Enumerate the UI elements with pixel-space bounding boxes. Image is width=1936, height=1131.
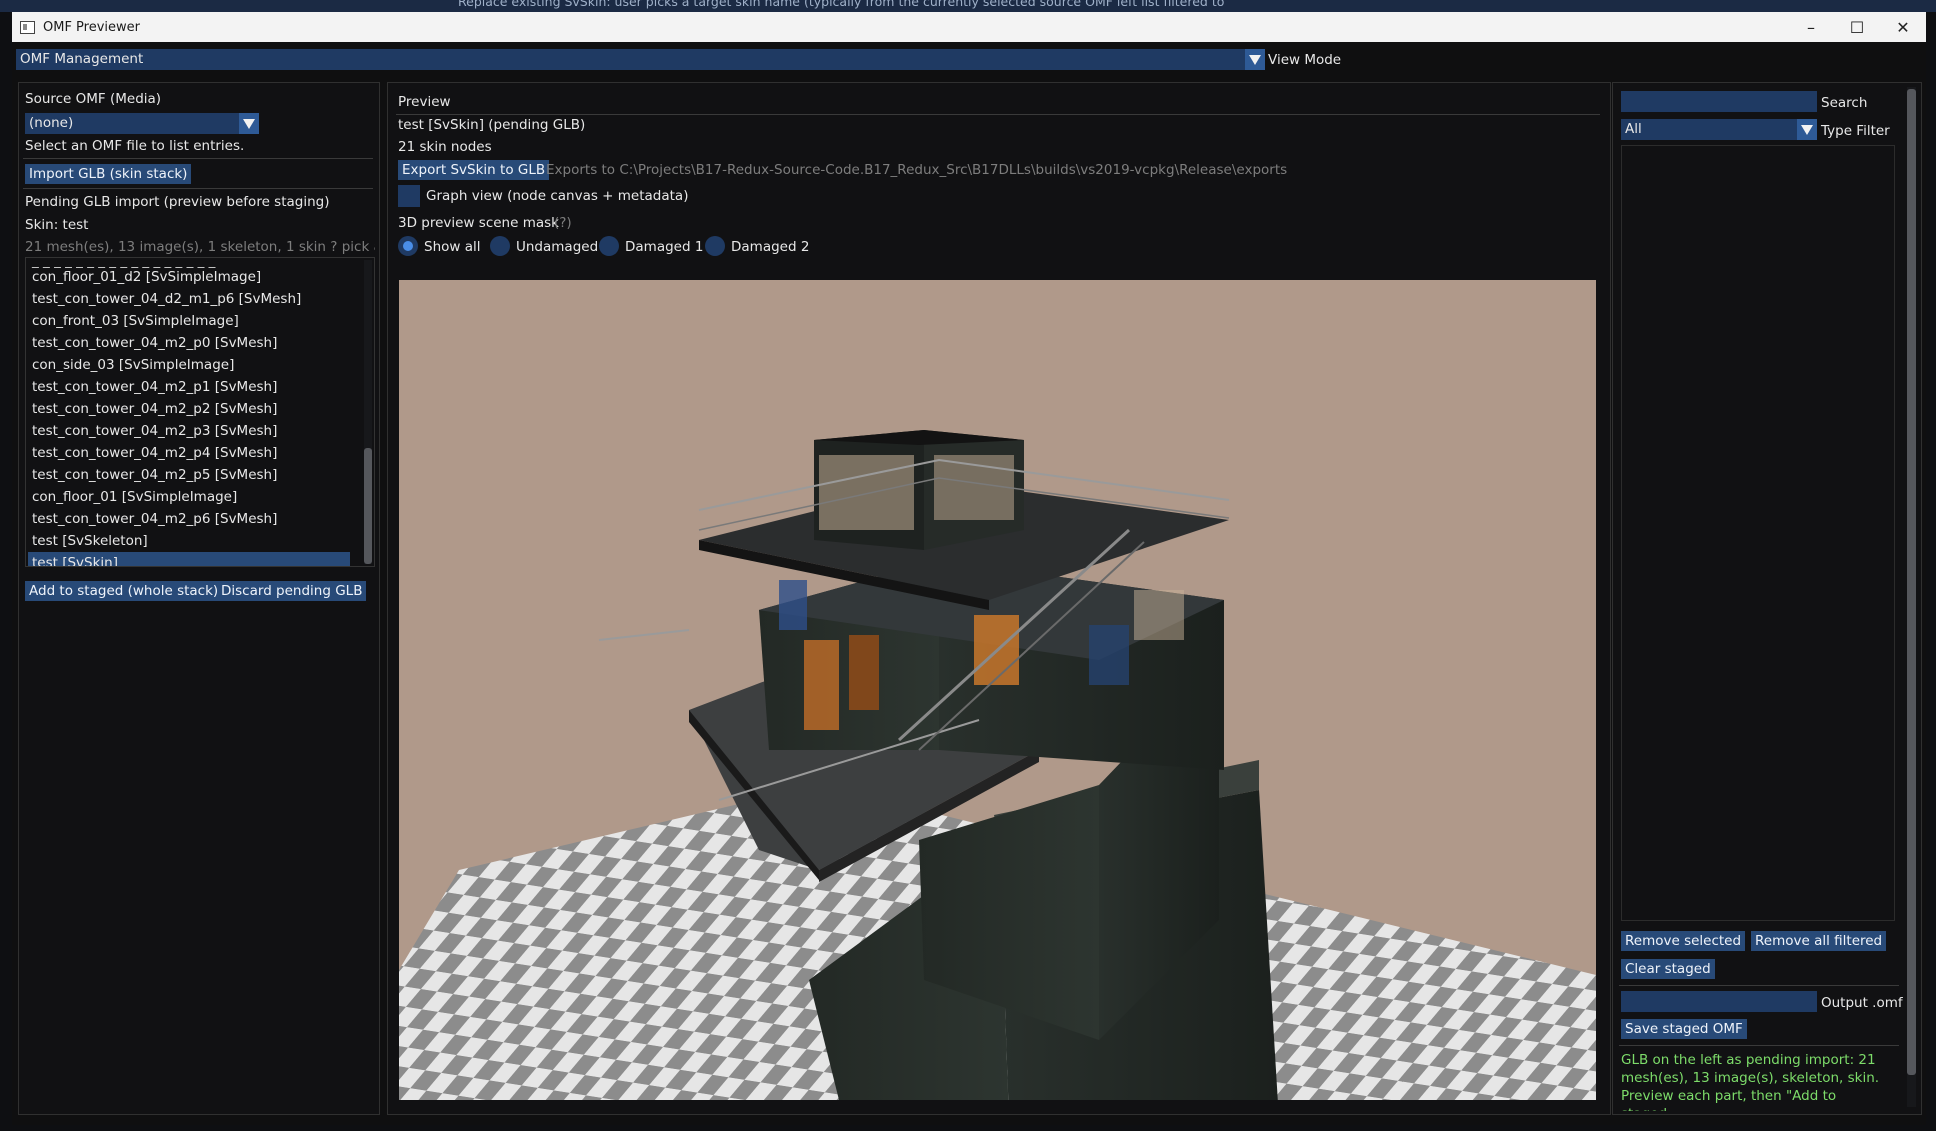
panel-scroll-thumb[interactable] xyxy=(1907,89,1916,1075)
radio-undamaged[interactable] xyxy=(490,236,510,256)
window-title: OMF Previewer xyxy=(43,19,141,35)
pending-title: Pending GLB import (preview before stagi… xyxy=(25,194,330,210)
source-omf-value: (none) xyxy=(29,115,74,131)
graph-view-label: Graph view (node canvas + metadata) xyxy=(426,188,689,204)
list-item[interactable]: test_con_tower_04_d2_m1_p6 [SvMesh] xyxy=(32,288,301,310)
pending-items-list[interactable]: _ _ _ _ _ _ _ _ _ _ _ _ _ _ _ _ _ con_fl… xyxy=(25,257,375,567)
background-window-text: Replace existing SvSkin: user picks a ta… xyxy=(458,0,1225,9)
clear-staged-button[interactable]: Clear staged xyxy=(1621,959,1715,979)
list-scroll-thumb[interactable] xyxy=(364,448,372,564)
radio-damaged-2[interactable] xyxy=(705,236,725,256)
list-item[interactable]: test_con_tower_04_m2_p0 [SvMesh] xyxy=(32,332,277,354)
title-bar: OMF Previewer – ☐ ✕ xyxy=(12,12,1926,42)
export-path: Exports to C:\Projects\B17-Redux-Source-… xyxy=(546,162,1288,178)
view-mode-label: View Mode xyxy=(1268,52,1342,68)
radio-damaged-2-label[interactable]: Damaged 2 xyxy=(731,239,809,255)
list-item[interactable]: con_floor_01_d2 [SvSimpleImage] xyxy=(32,266,261,288)
3d-preview-viewport[interactable] xyxy=(399,280,1596,1100)
app-icon xyxy=(20,20,35,34)
divider xyxy=(396,114,1600,115)
source-omf-label: Source OMF (Media) xyxy=(25,91,162,107)
scene-mask-label: 3D preview scene mask xyxy=(398,215,559,231)
pending-summary: 21 mesh(es), 13 image(s), 1 skeleton, 1 … xyxy=(25,239,375,255)
left-panel: Source OMF (Media) (none) Select an OMF … xyxy=(18,82,380,1115)
list-item[interactable]: con_floor_01 [SvSimpleImage] xyxy=(32,486,237,508)
discard-pending-button[interactable]: Discard pending GLB xyxy=(217,581,367,601)
type-filter-value: All xyxy=(1625,121,1642,137)
output-omf-label: Output .omf xyxy=(1821,995,1903,1011)
output-omf-input[interactable] xyxy=(1621,991,1817,1012)
search-label: Search xyxy=(1821,95,1868,111)
remove-all-filtered-button[interactable]: Remove all filtered xyxy=(1751,931,1887,951)
app-body: OMF Management View Mode Source OMF (Med… xyxy=(12,42,1926,1125)
skin-nodes-count: 21 skin nodes xyxy=(398,139,492,155)
add-to-staged-button[interactable]: Add to staged (whole stack) xyxy=(25,581,223,601)
maximize-button[interactable]: ☐ xyxy=(1834,12,1880,42)
search-input[interactable] xyxy=(1621,91,1817,112)
skin-label: Skin: test xyxy=(25,217,89,233)
close-button[interactable]: ✕ xyxy=(1880,12,1926,42)
radio-show-all[interactable] xyxy=(398,236,418,256)
staging-panel: Search All Type Filter Remove selected R… xyxy=(1612,82,1922,1115)
radio-undamaged-label[interactable]: Undamaged xyxy=(516,239,598,255)
minimize-button[interactable]: – xyxy=(1788,12,1834,42)
help-icon[interactable]: (?) xyxy=(554,215,572,231)
status-message: GLB on the left as pending import: 21 me… xyxy=(1621,1052,1880,1111)
radio-damaged-1[interactable] xyxy=(599,236,619,256)
divider xyxy=(1619,985,1899,986)
list-item[interactable]: test_con_tower_04_m2_p1 [SvMesh] xyxy=(32,376,277,398)
divider xyxy=(23,158,373,159)
background-window-strip: Replace existing SvSkin: user picks a ta… xyxy=(0,0,1936,12)
radio-damaged-1-label[interactable]: Damaged 1 xyxy=(625,239,703,255)
preview-header: Preview xyxy=(398,94,451,110)
chevron-down-icon[interactable] xyxy=(239,113,259,134)
list-item[interactable]: test_con_tower_04_m2_p3 [SvMesh] xyxy=(32,420,277,442)
chevron-down-icon[interactable] xyxy=(1797,119,1817,140)
omf-management-label: OMF Management xyxy=(20,51,144,67)
preview-item-title: test [SvSkin] (pending GLB) xyxy=(398,117,586,133)
list-item[interactable]: test_con_tower_04_m2_p6 [SvMesh] xyxy=(32,508,277,530)
list-item[interactable]: test [SvSkeleton] xyxy=(32,530,148,552)
list-item[interactable]: test_con_tower_04_m2_p2 [SvMesh] xyxy=(32,398,277,420)
staged-list[interactable] xyxy=(1621,145,1895,921)
list-item[interactable]: test_con_tower_04_m2_p5 [SvMesh] xyxy=(32,464,277,486)
list-item[interactable]: con_side_03 [SvSimpleImage] xyxy=(32,354,234,376)
omf-management-combo[interactable]: OMF Management xyxy=(16,49,1265,70)
chevron-down-icon[interactable] xyxy=(1245,49,1265,70)
export-svskin-button[interactable]: Export SvSkin to GLB xyxy=(398,160,550,180)
radio-show-all-label[interactable]: Show all xyxy=(424,239,481,255)
divider xyxy=(23,188,373,189)
tower-model-render xyxy=(399,430,1596,1100)
remove-selected-button[interactable]: Remove selected xyxy=(1621,931,1746,951)
list-item[interactable]: test_con_tower_04_m2_p4 [SvMesh] xyxy=(32,442,277,464)
list-item[interactable]: con_front_03 [SvSimpleImage] xyxy=(32,310,239,332)
list-item-selected[interactable]: test [SvSkin] xyxy=(28,552,350,566)
window-controls: – ☐ ✕ xyxy=(1788,12,1926,42)
import-glb-button[interactable]: Import GLB (skin stack) xyxy=(25,164,192,184)
save-staged-omf-button[interactable]: Save staged OMF xyxy=(1621,1019,1747,1039)
select-hint: Select an OMF file to list entries. xyxy=(25,138,245,154)
divider xyxy=(1619,1045,1899,1046)
graph-view-checkbox[interactable] xyxy=(398,185,420,207)
type-filter-label: Type Filter xyxy=(1821,123,1890,139)
type-filter-combo[interactable]: All xyxy=(1621,119,1817,140)
source-omf-combo[interactable]: (none) xyxy=(25,113,259,134)
